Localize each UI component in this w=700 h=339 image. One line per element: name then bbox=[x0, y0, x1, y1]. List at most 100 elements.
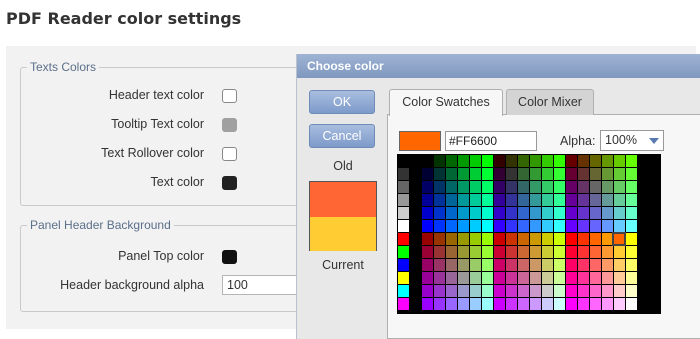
color-swatch[interactable] bbox=[578, 233, 589, 245]
color-swatch[interactable] bbox=[482, 220, 493, 232]
color-swatch[interactable] bbox=[542, 194, 553, 206]
chevron-down-icon[interactable] bbox=[649, 138, 659, 144]
color-swatch[interactable] bbox=[470, 246, 481, 258]
color-swatch[interactable] bbox=[578, 181, 589, 193]
color-swatch[interactable] bbox=[542, 298, 553, 310]
color-swatch[interactable] bbox=[410, 259, 421, 271]
color-swatch[interactable] bbox=[482, 207, 493, 219]
color-swatch[interactable] bbox=[446, 233, 457, 245]
color-swatch[interactable] bbox=[458, 220, 469, 232]
color-swatch[interactable] bbox=[422, 259, 433, 271]
color-swatch[interactable] bbox=[506, 272, 517, 284]
color-swatch[interactable] bbox=[626, 233, 637, 245]
color-swatch[interactable] bbox=[458, 155, 469, 167]
header-text-color-swatch[interactable] bbox=[222, 89, 237, 103]
color-swatch[interactable] bbox=[566, 168, 577, 180]
color-swatch[interactable] bbox=[614, 155, 625, 167]
color-swatch[interactable] bbox=[506, 220, 517, 232]
color-swatch[interactable] bbox=[542, 168, 553, 180]
color-swatch[interactable] bbox=[482, 246, 493, 258]
color-swatch[interactable] bbox=[398, 220, 409, 232]
color-swatch[interactable] bbox=[602, 194, 613, 206]
color-swatch[interactable] bbox=[422, 207, 433, 219]
panel-top-color-swatch[interactable] bbox=[222, 250, 237, 264]
color-swatch[interactable] bbox=[458, 207, 469, 219]
color-swatch[interactable] bbox=[554, 194, 565, 206]
color-swatch[interactable] bbox=[602, 155, 613, 167]
color-swatch[interactable] bbox=[494, 207, 505, 219]
color-swatch[interactable] bbox=[422, 194, 433, 206]
tab-color-swatches[interactable]: Color Swatches bbox=[389, 89, 503, 116]
color-swatch[interactable] bbox=[446, 246, 457, 258]
color-swatch[interactable] bbox=[602, 298, 613, 310]
color-swatch[interactable] bbox=[554, 285, 565, 297]
color-swatch[interactable] bbox=[470, 207, 481, 219]
color-swatch[interactable] bbox=[590, 233, 601, 245]
color-swatch[interactable] bbox=[422, 181, 433, 193]
color-swatch[interactable] bbox=[530, 168, 541, 180]
tab-color-mixer[interactable]: Color Mixer bbox=[506, 89, 594, 115]
color-swatch[interactable] bbox=[494, 285, 505, 297]
color-swatch[interactable] bbox=[434, 155, 445, 167]
color-swatch[interactable] bbox=[458, 298, 469, 310]
color-swatch[interactable] bbox=[482, 168, 493, 180]
color-swatch[interactable] bbox=[602, 272, 613, 284]
color-swatch[interactable] bbox=[518, 298, 529, 310]
color-swatch[interactable] bbox=[446, 220, 457, 232]
color-swatch[interactable] bbox=[542, 181, 553, 193]
color-swatch[interactable] bbox=[494, 194, 505, 206]
color-swatch[interactable] bbox=[470, 168, 481, 180]
color-swatch[interactable] bbox=[566, 259, 577, 271]
color-swatch[interactable] bbox=[482, 233, 493, 245]
color-swatch[interactable] bbox=[434, 285, 445, 297]
color-swatch[interactable] bbox=[506, 207, 517, 219]
color-swatch[interactable] bbox=[602, 220, 613, 232]
color-swatch[interactable] bbox=[458, 168, 469, 180]
color-swatch[interactable] bbox=[530, 259, 541, 271]
color-swatch[interactable] bbox=[422, 246, 433, 258]
color-swatch[interactable] bbox=[626, 246, 637, 258]
cancel-button[interactable]: Cancel bbox=[309, 124, 375, 148]
color-swatch[interactable] bbox=[434, 207, 445, 219]
color-swatch[interactable] bbox=[590, 246, 601, 258]
color-swatch[interactable] bbox=[542, 272, 553, 284]
color-swatch[interactable] bbox=[422, 168, 433, 180]
color-swatch[interactable] bbox=[614, 259, 625, 271]
color-swatch[interactable] bbox=[482, 259, 493, 271]
color-swatch[interactable] bbox=[446, 155, 457, 167]
color-swatch[interactable] bbox=[626, 181, 637, 193]
color-swatch[interactable] bbox=[458, 246, 469, 258]
color-swatch[interactable] bbox=[566, 246, 577, 258]
color-swatch-grid[interactable] bbox=[397, 154, 661, 314]
color-swatch[interactable] bbox=[470, 233, 481, 245]
color-swatch[interactable] bbox=[590, 155, 601, 167]
color-swatch[interactable] bbox=[590, 220, 601, 232]
tooltip-text-color-swatch[interactable] bbox=[222, 118, 237, 132]
color-swatch[interactable] bbox=[590, 207, 601, 219]
color-swatch[interactable] bbox=[602, 259, 613, 271]
color-swatch[interactable] bbox=[470, 259, 481, 271]
color-swatch[interactable] bbox=[590, 259, 601, 271]
color-swatch[interactable] bbox=[554, 246, 565, 258]
color-swatch[interactable] bbox=[626, 220, 637, 232]
color-swatch[interactable] bbox=[542, 155, 553, 167]
color-swatch[interactable] bbox=[578, 298, 589, 310]
color-swatch[interactable] bbox=[566, 233, 577, 245]
color-swatch[interactable] bbox=[410, 285, 421, 297]
color-swatch[interactable] bbox=[554, 233, 565, 245]
color-swatch[interactable] bbox=[542, 207, 553, 219]
color-swatch[interactable] bbox=[470, 155, 481, 167]
color-swatch[interactable] bbox=[518, 272, 529, 284]
color-swatch[interactable] bbox=[566, 181, 577, 193]
color-swatch[interactable] bbox=[626, 272, 637, 284]
color-swatch[interactable] bbox=[458, 233, 469, 245]
color-swatch[interactable] bbox=[602, 168, 613, 180]
selected-swatch[interactable] bbox=[612, 232, 626, 246]
color-swatch[interactable] bbox=[434, 233, 445, 245]
color-swatch[interactable] bbox=[566, 207, 577, 219]
color-swatch[interactable] bbox=[398, 233, 409, 245]
color-swatch[interactable] bbox=[398, 194, 409, 206]
hex-color-input[interactable] bbox=[445, 131, 537, 151]
ok-button[interactable]: OK bbox=[309, 90, 375, 114]
color-swatch[interactable] bbox=[422, 233, 433, 245]
